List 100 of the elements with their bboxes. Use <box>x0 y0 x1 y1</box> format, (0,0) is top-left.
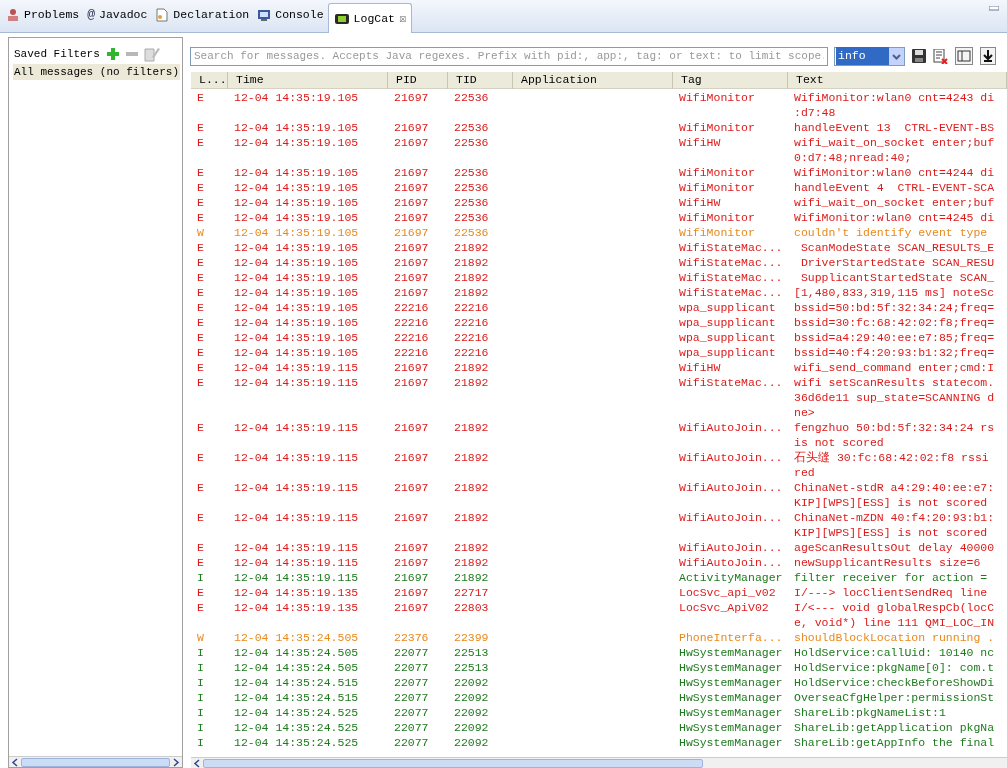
tag-cell-text: WifiAutoJoin... <box>678 540 784 555</box>
pid-cell-text: 22216 <box>393 315 430 330</box>
tid-cell-text: 22399 <box>453 630 490 645</box>
level-cell-text: E <box>196 420 205 436</box>
message-text: wifi setScanResults statecom. <box>794 375 996 390</box>
level-cell-text: E <box>196 450 205 466</box>
time-cell-text: 12-04 14:35:19.105 <box>233 255 360 270</box>
view-tab[interactable]: Problems <box>2 1 84 29</box>
message-text: HoldService:callUid: 10140 nc <box>794 645 996 660</box>
level-cell-text: I <box>196 735 205 750</box>
time-cell-text: 12-04 14:35:24.525 <box>233 735 360 750</box>
pid-cell-text: 21697 <box>393 195 430 210</box>
pid-cell-text: 21697 <box>393 255 430 270</box>
view-tab[interactable]: LogCat ☒ <box>327 3 413 33</box>
message-text: bssid=50:bd:5f:32:34:24;freq= <box>794 300 996 315</box>
time-cell-text: 12-04 14:35:19.115 <box>233 570 360 585</box>
panel-toggle-icon[interactable] <box>955 47 973 65</box>
tag-cell-text: wpa_supplicant <box>678 330 777 345</box>
message-text: ChinaNet-stdR a4:29:40:ee:e7: <box>794 480 996 495</box>
column-header[interactable]: Tag <box>673 71 788 89</box>
tid-cell-text: 22513 <box>453 645 490 660</box>
message-text: bssid=a4:29:40:ee:e7:85;freq= <box>794 330 996 345</box>
level-cell-text: E <box>196 195 205 210</box>
time-cell-text: 12-04 14:35:24.525 <box>233 720 360 735</box>
time-cell-text: 12-04 14:35:24.515 <box>233 675 360 690</box>
horizontal-scrollbar[interactable] <box>9 756 182 767</box>
level-cell-text: E <box>196 510 205 526</box>
level-cell-text: W <box>196 630 205 645</box>
message-text: ChinaNet-mZDN 40:f4:20:93:b1: <box>794 510 996 525</box>
message-text: wifi_wait_on_socket enter;buf <box>794 195 996 210</box>
time-cell-text: 12-04 14:35:24.505 <box>233 630 360 645</box>
pid-cell-text: 22216 <box>393 330 430 345</box>
time-cell-text: 12-04 14:35:24.505 <box>233 645 360 660</box>
time-cell-text: 12-04 14:35:19.105 <box>233 120 360 135</box>
tag-cell-text: WifiMonitor <box>678 180 756 195</box>
tid-cell-text: 21892 <box>453 510 490 526</box>
column-header[interactable]: Time <box>228 71 388 89</box>
tag-cell-text: HwSystemManager <box>678 675 784 690</box>
message-text: KIP][WPS][ESS] is not scored <box>794 495 989 510</box>
pid-cell-text: 21697 <box>393 135 430 151</box>
tag-cell-text: WifiMonitor <box>678 120 756 135</box>
column-header[interactable]: PID <box>388 71 448 89</box>
document-icon <box>155 8 170 22</box>
level-cell-text: E <box>196 330 205 345</box>
time-cell-text: 12-04 14:35:19.135 <box>233 600 360 616</box>
tag-cell-text: WifiMonitor <box>678 210 756 225</box>
panel-title: Saved Filters <box>14 47 100 62</box>
pid-cell-text: 22077 <box>393 690 430 705</box>
save-icon[interactable] <box>912 49 926 63</box>
clear-log-icon[interactable] <box>933 48 948 64</box>
tid-cell-text: 22536 <box>453 180 490 195</box>
person-icon <box>6 8 20 22</box>
message-text: fengzhuo 50:bd:5f:32:34:24 rs <box>794 420 996 435</box>
view-tab[interactable]: Declaration <box>151 1 254 29</box>
column-header[interactable]: L... <box>191 71 228 89</box>
filter-item[interactable]: All messages (no filters) <box>13 63 181 80</box>
level-cell-text: E <box>196 480 205 496</box>
column-header[interactable]: Text <box>788 71 1007 89</box>
tid-cell-text: 22536 <box>453 135 490 151</box>
view-tab[interactable]: Console <box>253 1 328 29</box>
tag-cell-text: WifiAutoJoin... <box>678 420 784 436</box>
time-cell-text: 12-04 14:35:19.115 <box>233 450 360 466</box>
message-text: KIP][WPS][ESS] is not scored <box>794 525 989 540</box>
close-icon[interactable]: ☒ <box>399 9 407 28</box>
scroll-lock-icon[interactable] <box>980 47 996 65</box>
column-header[interactable]: Application <box>513 71 673 89</box>
tid-cell-text: 22536 <box>453 90 490 106</box>
message-text: ShareLib:getAppInfo the final <box>794 735 996 750</box>
time-cell-text: 12-04 14:35:19.115 <box>233 510 360 526</box>
tid-cell-text: 22092 <box>453 675 490 690</box>
time-cell-text: 12-04 14:35:19.115 <box>233 540 360 555</box>
message-text: newSupplicantResults size=6 <box>794 555 982 570</box>
tag-cell-text: LocSvc_api_v02 <box>678 585 777 600</box>
tag-cell-text: WifiStateMac... <box>678 270 784 285</box>
time-cell-text: 12-04 14:35:19.105 <box>233 285 360 300</box>
horizontal-scrollbar[interactable] <box>191 757 1007 768</box>
message-text: 石头缝 30:fc:68:42:02:f8 rssi <box>794 450 990 465</box>
pid-cell-text: 22077 <box>393 660 430 675</box>
column-header[interactable]: TID <box>448 71 513 89</box>
pid-cell-text: 21697 <box>393 165 430 180</box>
view-tab[interactable]: @ Javadoc <box>83 1 152 29</box>
time-cell-text: 12-04 14:35:19.115 <box>233 555 360 570</box>
pid-cell-text: 21697 <box>393 480 430 496</box>
message-text: handleEvent 13 CTRL-EVENT-BS <box>794 120 996 135</box>
tid-cell-text: 21892 <box>453 450 490 466</box>
tag-cell-text: wpa_supplicant <box>678 315 777 330</box>
tag-cell-text: WifiHW <box>678 360 722 375</box>
message-text: WifiMonitor:wlan0 cnt=4245 di <box>794 210 996 225</box>
minimize-icon[interactable] <box>989 6 999 12</box>
plus-icon[interactable] <box>105 47 120 62</box>
pid-cell-text: 22077 <box>393 720 430 735</box>
level-cell-text: E <box>196 240 205 255</box>
tag-cell-text: HwSystemManager <box>678 660 784 675</box>
message-text: ne> <box>794 405 816 420</box>
pid-cell-text: 22077 <box>393 675 430 690</box>
level-cell-text: E <box>196 135 205 151</box>
pid-cell-text: 22077 <box>393 735 430 750</box>
log-level-dropdown[interactable]: info <box>834 46 905 66</box>
message-text: WifiMonitor:wlan0 cnt=4244 di <box>794 165 996 180</box>
level-cell-text: E <box>196 360 205 375</box>
